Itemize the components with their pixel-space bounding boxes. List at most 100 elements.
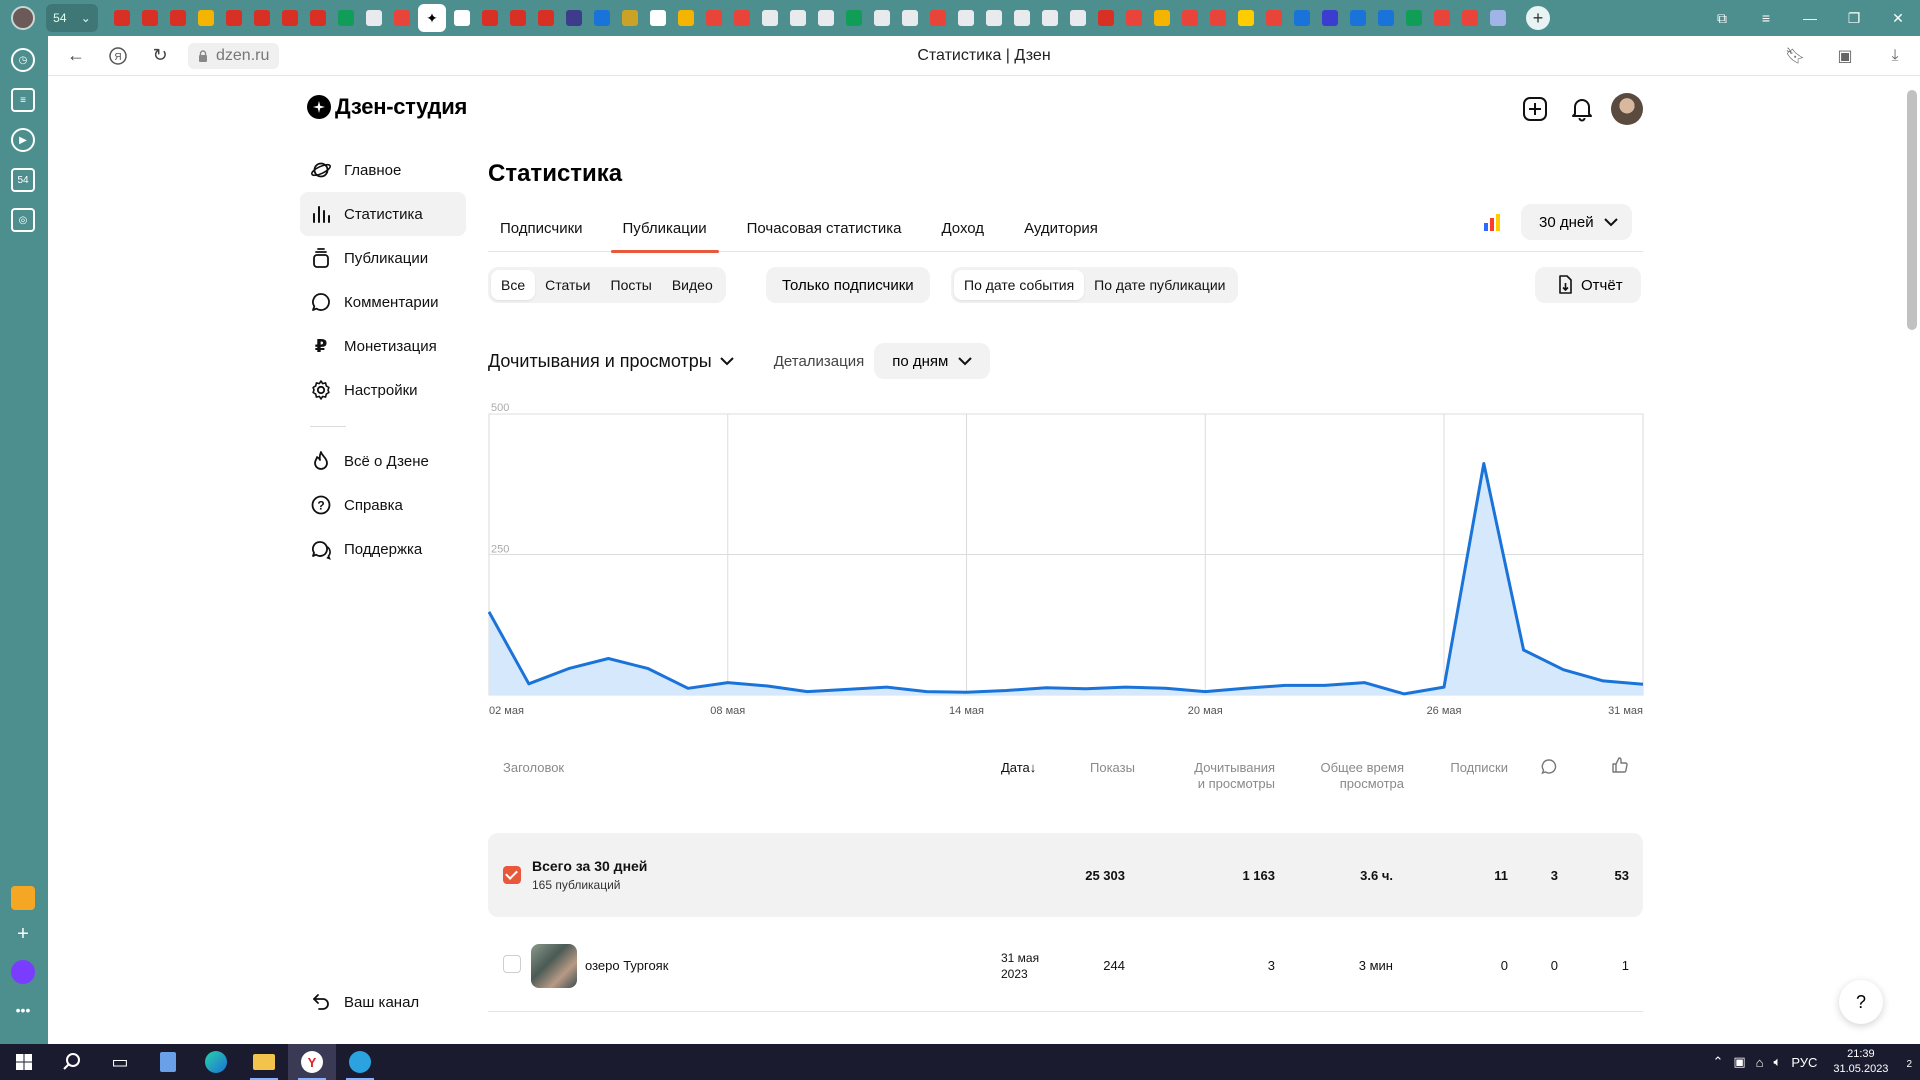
tab-audience[interactable]: Аудитория — [1012, 204, 1110, 252]
create-publication-button[interactable] — [1520, 94, 1550, 124]
file-explorer-icon[interactable] — [240, 1044, 288, 1080]
row-checkbox[interactable] — [503, 955, 521, 973]
tab-count-badge[interactable]: 54 — [11, 168, 35, 192]
search-icon[interactable] — [48, 1044, 96, 1080]
browser-tab-favicon-icon[interactable] — [454, 10, 470, 26]
browser-tab-favicon-icon[interactable] — [394, 10, 410, 26]
browser-tab-favicon-icon[interactable] — [1154, 10, 1170, 26]
date-mode-event[interactable]: По дате события — [954, 270, 1085, 300]
browser-tab-favicon-icon[interactable] — [1490, 10, 1506, 26]
browser-tab-favicon-icon[interactable] — [762, 10, 778, 26]
browser-tab-favicon-icon[interactable] — [958, 10, 974, 26]
browser-tab-favicon-icon[interactable] — [1350, 10, 1366, 26]
col-reads[interactable]: Дочитывания и просмотры — [1188, 760, 1275, 792]
page-scrollbar[interactable] — [1905, 90, 1917, 1040]
browser-tab-favicon-icon[interactable] — [1378, 10, 1394, 26]
browser-tab-favicon-icon[interactable] — [846, 10, 862, 26]
browser-tab-favicon-icon[interactable] — [1098, 10, 1114, 26]
col-time[interactable]: Общее время просмотра — [1308, 760, 1404, 792]
clock[interactable]: 21:39 31.05.2023 — [1833, 1047, 1888, 1077]
browser-tab-favicon-icon[interactable] — [1210, 10, 1226, 26]
play-icon[interactable]: ▶ — [11, 128, 35, 152]
browser-tab-favicon-icon[interactable] — [510, 10, 526, 26]
browser-tab-favicon-icon[interactable] — [930, 10, 946, 26]
sidebar-item-main[interactable]: Главное — [300, 148, 466, 192]
tab-publications[interactable]: Публикации — [610, 204, 719, 253]
browser-tab-favicon-icon[interactable] — [818, 10, 834, 26]
add-panel-icon[interactable]: + — [11, 922, 35, 946]
language-indicator[interactable]: РУС — [1791, 1055, 1817, 1070]
browser-tab-favicon-icon[interactable] — [1182, 10, 1198, 26]
browser-tab-favicon-icon[interactable] — [734, 10, 750, 26]
browser-tab-favicon-icon[interactable] — [142, 10, 158, 26]
browser-tab-favicon-icon[interactable] — [338, 10, 354, 26]
browser-tab-favicon-icon[interactable] — [986, 10, 1002, 26]
col-date[interactable]: Дата↓ — [1001, 760, 1036, 776]
notifications-center-icon[interactable]: 2 — [1906, 1055, 1912, 1070]
sidebar-item-monetization[interactable]: ₽ Монетизация — [300, 324, 466, 368]
menu-icon[interactable]: ≡ — [1744, 10, 1788, 26]
browser-profile-avatar[interactable] — [11, 6, 35, 30]
browser-tab-favicon-icon[interactable] — [1294, 10, 1310, 26]
browser-tab-favicon-icon[interactable] — [790, 10, 806, 26]
help-button[interactable]: ? — [1839, 980, 1883, 1024]
col-subscriptions[interactable]: Подписки — [1428, 760, 1508, 776]
scrollbar-thumb[interactable] — [1907, 90, 1917, 330]
browser-tab-favicon-icon[interactable] — [678, 10, 694, 26]
browser-tab-favicon-icon[interactable] — [706, 10, 722, 26]
browser-tab-favicon-icon[interactable] — [1238, 10, 1254, 26]
col-impressions[interactable]: Показы — [1090, 760, 1135, 776]
sidebar-item-comments[interactable]: Комментарии — [300, 280, 466, 324]
browser-tab-favicon-icon[interactable] — [1462, 10, 1478, 26]
filter-all[interactable]: Все — [491, 270, 536, 300]
sidebar-item-help[interactable]: ? Справка — [300, 483, 466, 527]
sidebar-item-support[interactable]: Поддержка — [300, 527, 466, 571]
volume-icon[interactable]: 🔈︎ — [1774, 1054, 1782, 1070]
browser-tab-favicon-icon[interactable] — [1406, 10, 1422, 26]
filter-articles[interactable]: Статьи — [535, 270, 600, 300]
tab-income[interactable]: Доход — [929, 204, 996, 252]
metric-select[interactable]: Дочитывания и просмотры — [488, 351, 734, 372]
maximize-button[interactable]: ❐ — [1832, 10, 1876, 27]
comment-icon[interactable] — [1540, 758, 1558, 780]
col-title[interactable]: Заголовок — [503, 760, 564, 776]
browser-tab-favicon-icon[interactable] — [1070, 10, 1086, 26]
color-bars-icon[interactable] — [1484, 213, 1502, 231]
publication-thumbnail[interactable] — [531, 944, 577, 988]
browser-tab-favicon-icon[interactable] — [1266, 10, 1282, 26]
edge-icon[interactable] — [192, 1044, 240, 1080]
url-field[interactable]: dzen.ru — [188, 42, 280, 69]
browser-tab-favicon-icon[interactable] — [1042, 10, 1058, 26]
avatar[interactable] — [1611, 93, 1643, 125]
filter-posts[interactable]: Посты — [601, 270, 662, 300]
browser-tab-favicon-icon[interactable] — [594, 10, 610, 26]
reload-button[interactable]: ↻ — [146, 42, 174, 70]
tab-group-button[interactable]: 54 ⌄ — [46, 4, 98, 32]
browser-tab-favicon-icon[interactable] — [282, 10, 298, 26]
dzen-studio-logo[interactable]: Дзен-студия — [307, 94, 467, 120]
tab-subscribers[interactable]: Подписчики — [488, 204, 595, 252]
table-row[interactable]: озеро Тургояк 31 мая 2023 244 3 3 мин 0 0… — [488, 932, 1643, 1012]
sidebar-item-statistics[interactable]: Статистика — [300, 192, 466, 236]
browser-tab-favicon-icon[interactable] — [366, 10, 382, 26]
notifications-button[interactable] — [1567, 94, 1597, 124]
minimize-button[interactable]: — — [1788, 10, 1832, 26]
browser-tab-favicon-icon[interactable] — [1322, 10, 1338, 26]
browser-tab-favicon-icon[interactable] — [226, 10, 242, 26]
only-subscribers-toggle[interactable]: Только подписчики — [766, 267, 930, 303]
period-select[interactable]: 30 дней — [1521, 204, 1632, 240]
browser-tab-favicon-icon[interactable] — [254, 10, 270, 26]
sidebar-item-settings[interactable]: Настройки — [300, 368, 466, 412]
mail-app-icon[interactable] — [11, 886, 35, 910]
tab-hourly[interactable]: Почасовая статистика — [735, 204, 914, 252]
tab-list-icon[interactable]: ⧉ — [1700, 10, 1744, 27]
browser-tab-favicon-icon[interactable] — [1434, 10, 1450, 26]
date-mode-publication[interactable]: По дате публикации — [1084, 270, 1235, 300]
close-button[interactable]: ✕ — [1876, 10, 1920, 27]
meet-now-icon[interactable]: ▣ — [1733, 1054, 1745, 1070]
browser-tab-favicon-icon[interactable] — [310, 10, 326, 26]
screenshot-icon[interactable]: ◎ — [11, 208, 35, 232]
browser-tab-favicon-icon[interactable] — [1126, 10, 1142, 26]
yandex-home-button[interactable]: Я — [104, 42, 132, 70]
browser-tab-favicon-icon[interactable] — [622, 10, 638, 26]
